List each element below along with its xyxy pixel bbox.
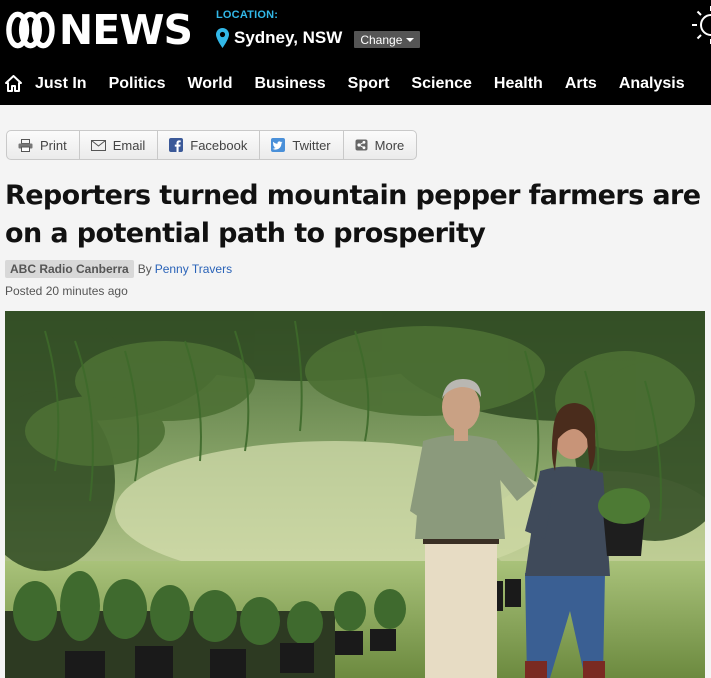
facebook-label: Facebook bbox=[190, 137, 248, 153]
nav-item-science[interactable]: Science bbox=[411, 75, 471, 93]
author-link[interactable]: Penny Travers bbox=[155, 262, 232, 276]
posted-time: Posted 20 minutes ago bbox=[5, 284, 128, 298]
twitter-icon bbox=[271, 138, 286, 152]
email-button[interactable]: Email bbox=[80, 131, 159, 159]
main-nav: Just In Politics World Business Sport Sc… bbox=[0, 62, 711, 105]
logo-wordmark: NEWS bbox=[58, 5, 193, 54]
change-location-button[interactable]: Change bbox=[354, 31, 421, 48]
by-label: By bbox=[137, 262, 152, 276]
facebook-icon bbox=[169, 138, 184, 152]
location-row: Sydney, NSW Change bbox=[216, 27, 421, 48]
print-label: Print bbox=[40, 137, 67, 153]
abc-news-logo[interactable]: NEWS bbox=[4, 5, 193, 54]
farmers-photo bbox=[5, 311, 705, 678]
source-tag[interactable]: ABC Radio Canberra bbox=[5, 260, 134, 278]
envelope-icon bbox=[90, 139, 106, 151]
print-button[interactable]: Print bbox=[7, 131, 80, 159]
nav-item-health[interactable]: Health bbox=[494, 75, 543, 93]
facebook-button[interactable]: Facebook bbox=[158, 131, 261, 159]
nav-item-politics[interactable]: Politics bbox=[109, 75, 166, 93]
nav-item-business[interactable]: Business bbox=[255, 75, 326, 93]
share-more-icon bbox=[355, 139, 368, 151]
printer-icon bbox=[18, 138, 33, 152]
more-label: More bbox=[374, 137, 405, 153]
article-content: Print Email Facebook Twitter More Report… bbox=[0, 105, 711, 678]
byline: ABC Radio Canberra By Penny Travers bbox=[5, 260, 232, 278]
email-label: Email bbox=[112, 137, 146, 153]
sun-icon[interactable] bbox=[682, 2, 711, 48]
nav-item-just-in[interactable]: Just In bbox=[35, 75, 87, 93]
caret-down-icon bbox=[406, 37, 415, 42]
twitter-label: Twitter bbox=[292, 137, 331, 153]
article-headline: Reporters turned mountain pepper farmers… bbox=[5, 180, 701, 249]
nav-item-arts[interactable]: Arts bbox=[565, 75, 597, 93]
abc-lissajous-icon bbox=[6, 11, 55, 49]
location-pin-icon bbox=[216, 27, 229, 48]
share-toolbar: Print Email Facebook Twitter More bbox=[6, 130, 418, 160]
nav-item-sport[interactable]: Sport bbox=[348, 75, 390, 93]
hero-image[interactable] bbox=[5, 311, 705, 678]
nav-item-analysis[interactable]: Analysis bbox=[619, 75, 685, 93]
change-label: Change bbox=[360, 32, 403, 47]
location-city: Sydney, NSW bbox=[234, 27, 343, 47]
home-icon[interactable] bbox=[5, 75, 22, 92]
nav-item-world[interactable]: World bbox=[187, 75, 232, 93]
location-label: LOCATION: bbox=[216, 9, 279, 21]
twitter-button[interactable]: Twitter bbox=[260, 131, 344, 159]
masthead: NEWS LOCATION: Sydney, NSW Change bbox=[0, 0, 711, 62]
more-share-button[interactable]: More bbox=[344, 131, 417, 159]
